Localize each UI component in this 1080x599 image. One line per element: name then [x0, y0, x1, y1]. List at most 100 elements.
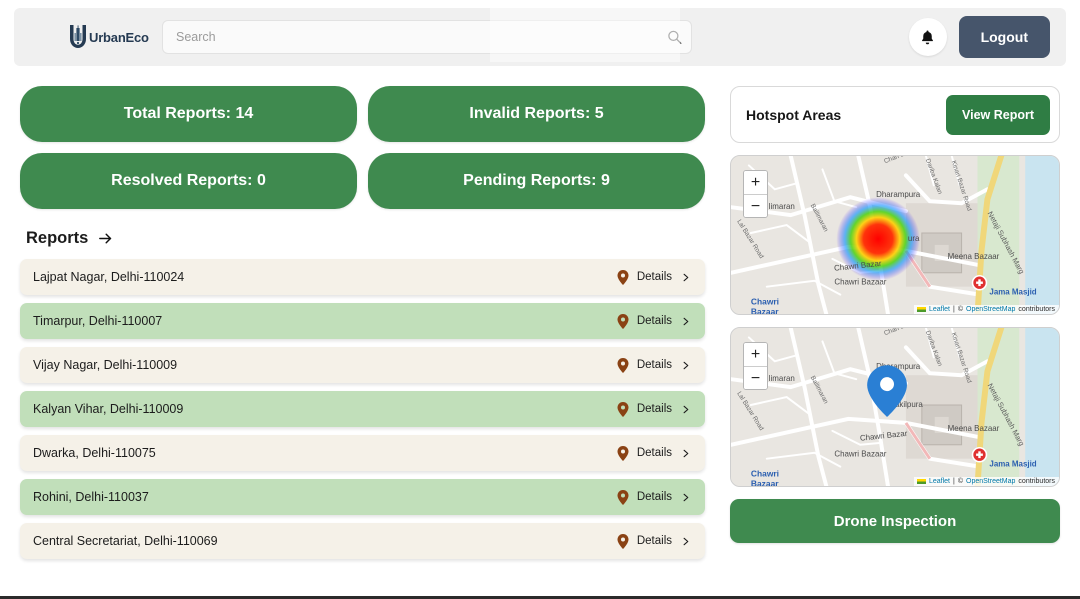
map-zoom-controls: + − — [743, 170, 768, 218]
details-label[interactable]: Details — [637, 403, 672, 415]
row-actions: Details — [617, 533, 691, 549]
row-actions: Details — [617, 357, 691, 373]
chevron-right-icon[interactable] — [680, 316, 691, 327]
map-pin-icon — [617, 533, 629, 549]
report-location: Timarpur, Delhi-110007 — [33, 314, 163, 328]
left-column: Total Reports: 14 Invalid Reports: 5 Res… — [20, 86, 705, 567]
report-location: Central Secretariat, Delhi-110069 — [33, 534, 218, 548]
leaflet-flag-icon — [916, 479, 926, 484]
details-label[interactable]: Details — [637, 359, 672, 371]
details-label[interactable]: Details — [637, 271, 672, 283]
page-title: Reports — [26, 229, 89, 247]
map-pin-icon — [617, 269, 629, 285]
chevron-right-icon[interactable] — [680, 272, 691, 283]
report-location: Kalyan Vihar, Delhi-110009 — [33, 402, 184, 416]
brand-name: UrbanEco — [89, 29, 149, 45]
chevron-right-icon[interactable] — [680, 404, 691, 415]
map-attribution: Leaflet | © OpenStreetMap contributors — [913, 305, 1059, 314]
brand: UrbanEco — [30, 24, 154, 50]
chevron-right-icon[interactable] — [680, 492, 691, 503]
map-tiles: Dharampura akilpura Meena Bazaar Chawri … — [731, 328, 1059, 486]
map-attribution: Leaflet | © OpenStreetMap contributors — [913, 477, 1059, 486]
map-pin-icon — [617, 401, 629, 417]
map-label-ura: ura — [908, 234, 920, 243]
heatmap-map[interactable]: Dharampura ura Meena Bazaar Chawri Bazar… — [730, 155, 1060, 315]
zoom-out-button[interactable]: − — [744, 194, 767, 217]
map-tiles: Dharampura ura Meena Bazaar Chawri Bazar… — [731, 156, 1059, 314]
osm-link[interactable]: OpenStreetMap — [966, 306, 1015, 313]
chevron-right-icon[interactable] — [680, 360, 691, 371]
attr-separator: | — [953, 478, 955, 485]
hospital-marker — [971, 274, 988, 291]
u-building-logo-icon — [70, 25, 86, 48]
attr-osm-suffix: contributors — [1018, 478, 1055, 485]
map-label-limaran: limaran — [769, 374, 795, 383]
row-actions: Details — [617, 313, 691, 329]
report-location: Lajpat Nagar, Delhi-110024 — [33, 270, 185, 284]
row-actions: Details — [617, 489, 691, 505]
report-location: Dwarka, Delhi-110075 — [33, 446, 156, 460]
leaflet-link[interactable]: Leaflet — [929, 478, 950, 485]
notifications-button[interactable] — [908, 18, 947, 56]
map-label-dharampura: Dharampura — [876, 190, 921, 199]
report-location: Rohini, Delhi-110037 — [33, 490, 149, 504]
details-label[interactable]: Details — [637, 315, 672, 327]
chevron-right-icon[interactable] — [680, 536, 691, 547]
row-actions: Details — [617, 269, 691, 285]
map-label-chawri: Chawri — [751, 469, 779, 479]
details-label[interactable]: Details — [637, 491, 672, 503]
hotspot-title: Hotspot Areas — [746, 106, 842, 123]
map-label-jama-masjid: Jama Masjid — [989, 288, 1036, 297]
search-input[interactable] — [162, 20, 692, 54]
osm-link[interactable]: OpenStreetMap — [966, 478, 1015, 485]
reports-list: Lajpat Nagar, Delhi-110024 Details Timar… — [20, 259, 705, 559]
table-row[interactable]: Timarpur, Delhi-110007 Details — [20, 303, 705, 339]
map-label-chawri-bazaar: Chawri Bazaar — [834, 278, 886, 287]
stats-grid: Total Reports: 14 Invalid Reports: 5 Res… — [20, 86, 705, 209]
map-pin-icon — [617, 489, 629, 505]
table-row[interactable]: Central Secretariat, Delhi-110069 Detail… — [20, 523, 705, 559]
zoom-out-button[interactable]: − — [744, 366, 767, 389]
row-actions: Details — [617, 445, 691, 461]
hospital-marker — [971, 446, 988, 463]
table-row[interactable]: Lajpat Nagar, Delhi-110024 Details — [20, 259, 705, 295]
logout-button[interactable]: Logout — [958, 16, 1050, 58]
stat-card-total-reports[interactable]: Total Reports: 14 — [20, 86, 357, 142]
marker-map[interactable]: Dharampura akilpura Meena Bazaar Chawri … — [730, 327, 1060, 487]
map-label-chawri-bazaar: Chawri Bazaar — [834, 450, 886, 459]
leaflet-link[interactable]: Leaflet — [929, 306, 950, 313]
details-label[interactable]: Details — [637, 535, 672, 547]
details-label[interactable]: Details — [637, 447, 672, 459]
map-label-bazaar: Bazaar — [751, 307, 779, 314]
chevron-right-icon[interactable] — [680, 448, 691, 459]
zoom-in-button[interactable]: + — [744, 171, 767, 194]
reports-header[interactable]: Reports — [26, 229, 705, 248]
stat-card-pending-reports[interactable]: Pending Reports: 9 — [368, 153, 705, 209]
stat-card-resolved-reports[interactable]: Resolved Reports: 0 — [20, 153, 357, 209]
zoom-in-button[interactable]: + — [744, 343, 767, 366]
map-label-limaran: limaran — [769, 202, 795, 211]
leaflet-flag-icon — [916, 307, 926, 312]
map-pin-icon — [617, 445, 629, 461]
attr-osm-prefix: © — [957, 478, 963, 485]
app-header: UrbanEco Logout — [14, 8, 1066, 66]
hotspot-areas-card: Hotspot Areas View Report — [730, 86, 1060, 143]
table-row[interactable]: Kalyan Vihar, Delhi-110009 Details — [20, 391, 705, 427]
map-label-chawri: Chawri — [751, 297, 779, 307]
table-row[interactable]: Dwarka, Delhi-110075 Details — [20, 435, 705, 471]
search-container — [162, 20, 692, 54]
table-row[interactable]: Vijay Nagar, Delhi-110009 Details — [20, 347, 705, 383]
map-label-bazaar: Bazaar — [751, 479, 779, 486]
view-report-button[interactable]: View Report — [945, 94, 1050, 135]
arrow-right-icon — [99, 233, 112, 244]
map-label-meena-bazaar: Meena Bazaar — [948, 424, 1000, 433]
map-label-meena-bazaar: Meena Bazaar — [948, 252, 1000, 261]
report-location: Vijay Nagar, Delhi-110009 — [33, 358, 178, 372]
map-pin-icon — [617, 313, 629, 329]
drone-inspection-button[interactable]: Drone Inspection — [730, 499, 1060, 543]
stat-card-invalid-reports[interactable]: Invalid Reports: 5 — [368, 86, 705, 142]
right-column: Hotspot Areas View Report Dharampura ura… — [730, 86, 1060, 543]
attr-separator: | — [953, 306, 955, 313]
map-zoom-controls: + − — [743, 342, 768, 390]
table-row[interactable]: Rohini, Delhi-110037 Details — [20, 479, 705, 515]
